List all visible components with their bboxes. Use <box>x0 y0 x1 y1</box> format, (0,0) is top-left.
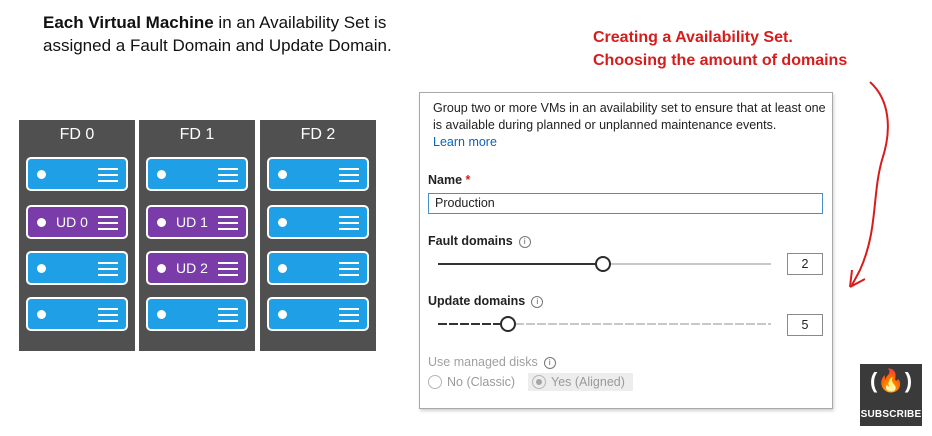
managed-disks-label-text: Use managed disks <box>428 355 538 369</box>
update-domains-slider[interactable] <box>438 316 771 332</box>
subscribe-logo[interactable]: (🔥) SUBSCRIBE <box>860 364 922 426</box>
vm-card-update-domain: UD 2 <box>146 251 248 285</box>
info-icon[interactable]: i <box>518 236 531 248</box>
annotation: Creating a Availability Set. Choosing th… <box>593 26 847 72</box>
vm-card <box>26 251 128 285</box>
menu-icon <box>339 261 359 276</box>
vm-card <box>146 157 248 191</box>
vm-card <box>26 297 128 331</box>
fault-domains-value[interactable]: 2 <box>787 253 823 275</box>
flame-icon: (🔥) <box>869 368 913 393</box>
status-dot-icon <box>157 310 166 319</box>
fault-slider-thumb[interactable] <box>595 256 611 272</box>
name-label-text: Name <box>428 173 463 187</box>
menu-icon <box>98 215 118 230</box>
status-dot-icon <box>278 218 287 227</box>
radio-yes-label: Yes (Aligned) <box>551 375 625 389</box>
status-dot-icon <box>37 310 46 319</box>
menu-icon <box>218 261 238 276</box>
fault-domains-label: Fault domains i <box>428 234 531 248</box>
vm-card <box>26 157 128 191</box>
menu-icon <box>339 215 359 230</box>
fault-domains-label-text: Fault domains <box>428 234 513 248</box>
fault-domain-label: FD 1 <box>179 126 215 143</box>
name-label: Name * <box>428 173 470 187</box>
update-domain-label: UD 0 <box>56 214 88 230</box>
status-dot-icon <box>37 264 46 273</box>
menu-icon <box>218 215 238 230</box>
description-text: Group two or more VMs in an availability… <box>433 101 826 132</box>
menu-icon <box>218 167 238 182</box>
menu-icon <box>98 167 118 182</box>
fault-domain-0: FD 0 UD 0 <box>19 120 135 351</box>
update-domain-label: UD 1 <box>176 214 208 230</box>
annotation-line-2: Choosing the amount of domains <box>593 52 848 69</box>
availability-set-panel: Group two or more VMs in an availability… <box>419 92 833 409</box>
menu-icon <box>218 307 238 322</box>
subscribe-text: SUBSCRIBE <box>860 409 922 420</box>
status-dot-icon <box>278 310 287 319</box>
vm-card <box>267 251 369 285</box>
status-dot-icon <box>157 218 166 227</box>
radio-no-label: No (Classic) <box>447 375 516 389</box>
managed-disks-label: Use managed disks i <box>428 355 556 369</box>
fault-domain-label: FD 2 <box>300 126 336 143</box>
update-domain-label: UD 2 <box>176 260 208 276</box>
radio-empty-icon <box>428 375 442 389</box>
info-icon[interactable]: i <box>531 296 544 308</box>
menu-icon <box>98 307 118 322</box>
menu-icon <box>98 261 118 276</box>
managed-disks-radio-group: No (Classic) Yes (Aligned) <box>428 373 641 391</box>
info-icon: i <box>543 357 556 369</box>
update-slider-thumb[interactable] <box>500 316 516 332</box>
panel-description: Group two or more VMs in an availability… <box>433 100 828 151</box>
vm-card <box>267 157 369 191</box>
fault-domain-2: FD 2 <box>260 120 376 351</box>
update-domains-label: Update domains i <box>428 294 544 308</box>
status-dot-icon <box>278 264 287 273</box>
intro-text: Each Virtual Machine in an Availability … <box>43 11 403 57</box>
radio-yes-aligned[interactable]: Yes (Aligned) <box>528 373 633 391</box>
vm-card <box>267 297 369 331</box>
radio-no-classic[interactable]: No (Classic) <box>428 373 515 391</box>
status-dot-icon <box>157 264 166 273</box>
curved-arrow-icon <box>849 81 889 288</box>
menu-icon <box>339 167 359 182</box>
vm-card-update-domain: UD 0 <box>26 205 128 239</box>
update-domains-value[interactable]: 5 <box>787 314 823 336</box>
menu-icon <box>339 307 359 322</box>
fault-domain-1: FD 1 UD 1 UD 2 <box>139 120 255 351</box>
required-marker: * <box>465 173 471 187</box>
radio-selected-icon <box>532 375 546 389</box>
status-dot-icon <box>37 170 46 179</box>
status-dot-icon <box>37 218 46 227</box>
status-dot-icon <box>278 170 287 179</box>
vm-card <box>146 297 248 331</box>
fault-domain-label: FD 0 <box>59 126 95 143</box>
vm-card-update-domain: UD 1 <box>146 205 248 239</box>
fault-domains-slider[interactable] <box>438 256 771 272</box>
annotation-line-1: Creating a Availability Set. <box>593 29 793 46</box>
vm-card <box>267 205 369 239</box>
learn-more-link[interactable]: Learn more <box>433 135 497 149</box>
update-domains-label-text: Update domains <box>428 294 526 308</box>
intro-bold: Each Virtual Machine <box>43 13 214 32</box>
status-dot-icon <box>157 170 166 179</box>
name-input[interactable]: Production <box>428 193 823 214</box>
